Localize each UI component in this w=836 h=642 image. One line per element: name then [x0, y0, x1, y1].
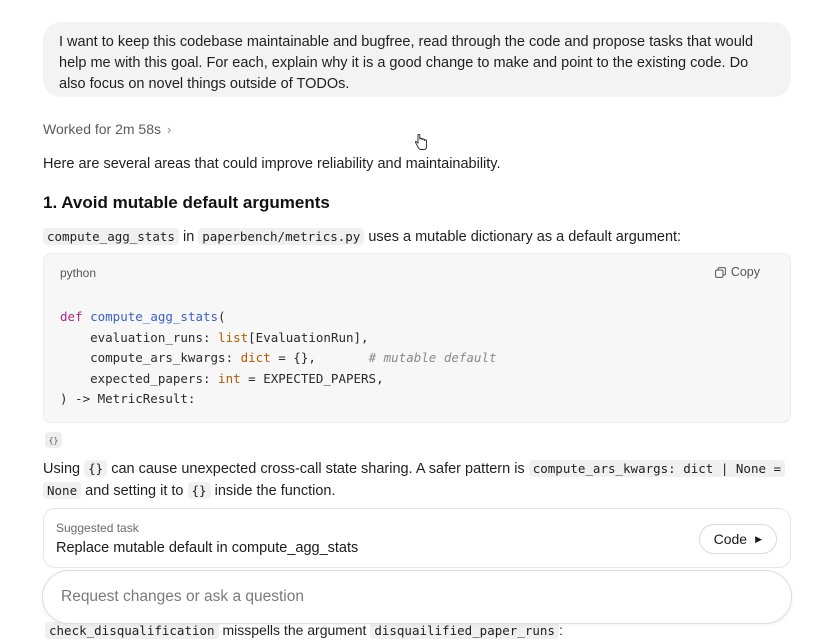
text-fragment: misspells the argument [218, 622, 371, 638]
code-language-label: python [60, 266, 97, 280]
inline-code: paperbench/metrics.py [198, 228, 365, 245]
text-fragment: : [558, 622, 563, 638]
copy-icon [714, 266, 726, 278]
play-icon: ▶ [755, 533, 762, 544]
copy-label: Copy [730, 265, 760, 279]
inline-code: None [43, 482, 82, 499]
hand-cursor-icon [414, 134, 427, 150]
composer [42, 570, 792, 624]
code-token: compute_agg_stats [90, 309, 219, 324]
code-token: ( [218, 309, 226, 324]
text-fragment: and setting it to [81, 483, 188, 499]
explanation-text: Using {} can cause unexpected cross-call… [43, 458, 791, 502]
code-token: list [218, 329, 249, 345]
intro-text: Here are several areas that could improv… [43, 156, 501, 172]
code-token: dict [240, 350, 271, 365]
task-caption: Suggested task [56, 521, 139, 535]
inline-code: {} [187, 482, 211, 499]
section-description: compute_agg_stats in paperbench/metrics.… [43, 226, 681, 248]
text-fragment: uses a mutable dictionary as a default a… [364, 229, 682, 245]
code-content: def compute_agg_stats( evaluation_runs: … [60, 307, 497, 410]
code-token: = EXPECTED_PAPERS, [240, 370, 384, 386]
code-comment: # mutable default [315, 350, 497, 365]
code-token: int [218, 370, 241, 386]
inline-code: check_disqualification [45, 622, 219, 639]
text-fragment: Using [43, 461, 85, 477]
inline-code: {} [84, 460, 108, 477]
code-button-label: Code [713, 531, 748, 547]
code-button[interactable]: Code ▶ [698, 524, 777, 554]
code-braces-chip[interactable]: {} [45, 432, 62, 448]
section-heading: 1. Avoid mutable default arguments [43, 193, 330, 212]
suggested-task-card: Suggested task Replace mutable default i… [43, 508, 791, 568]
inline-code: compute_agg_stats [43, 228, 179, 245]
code-token: compute_ars_kwargs: [60, 350, 241, 365]
code-token: expected_papers: [60, 370, 219, 386]
task-title: Replace mutable default in compute_agg_s… [56, 540, 359, 556]
text-fragment: inside the function. [210, 483, 336, 499]
code-token: [EvaluationRun], [248, 329, 369, 345]
inline-code: compute_ars_kwargs: dict | None = [528, 460, 786, 477]
request-input[interactable] [61, 585, 761, 609]
copy-button[interactable]: Copy [714, 265, 760, 279]
inline-code: disquailified_paper_runs [370, 622, 559, 639]
user-message-bubble: I want to keep this codebase maintainabl… [43, 22, 791, 97]
code-block: python Copy def compute_agg_stats( evalu… [43, 253, 791, 423]
code-token: ) -> MetricResult: [60, 391, 196, 406]
text-fragment: can cause unexpected cross-call state sh… [107, 461, 529, 477]
user-message-text: I want to keep this codebase maintainabl… [59, 34, 754, 92]
chevron-right-icon: › [167, 121, 172, 137]
text-fragment: in [178, 229, 199, 245]
code-token: = {}, [270, 350, 316, 365]
code-token: evaluation_runs: [60, 329, 219, 345]
worked-duration-toggle[interactable]: Worked for 2m 58s › [43, 121, 171, 137]
code-token: def [60, 309, 83, 324]
worked-duration-label: Worked for 2m 58s [43, 121, 162, 137]
